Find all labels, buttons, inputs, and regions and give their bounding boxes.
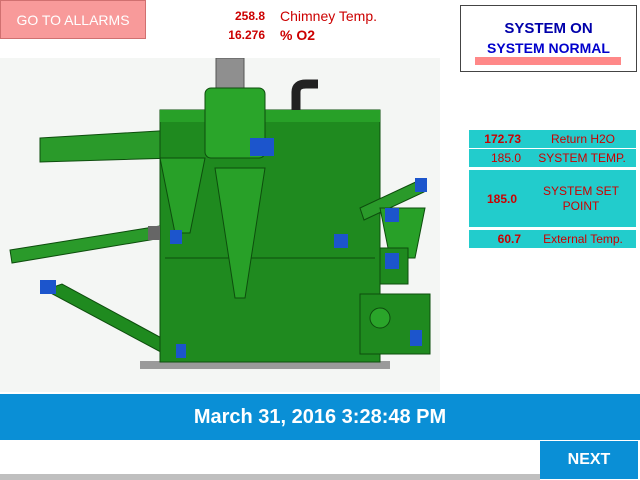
date-time-text: March 31, 2016 3:28:48 PM bbox=[193, 405, 447, 428]
return-h2o-label: Return H2O bbox=[550, 132, 616, 146]
return-h2o-value: 172.73 bbox=[484, 132, 521, 146]
external-temp-label: External Temp. bbox=[543, 232, 623, 246]
system-temp-row: 185.0 SYSTEM TEMP. bbox=[469, 149, 636, 167]
system-status-box: SYSTEM ON SYSTEM NORMAL bbox=[460, 5, 637, 72]
external-temp-value: 60.7 bbox=[497, 232, 521, 246]
chimney-temp-label: Chimney Temp. bbox=[280, 8, 378, 24]
bottom-strip bbox=[0, 474, 540, 480]
system-temp-value: 185.0 bbox=[490, 151, 521, 165]
system-normal-text: SYSTEM NORMAL bbox=[487, 40, 610, 56]
status-indicator-bar bbox=[475, 57, 621, 65]
return-h2o-row: 172.73 Return H2O bbox=[469, 130, 636, 148]
boiler-machine-illustration bbox=[0, 58, 440, 392]
next-button[interactable]: NEXT bbox=[540, 441, 638, 479]
system-on-text: SYSTEM ON bbox=[504, 20, 593, 37]
external-temp-row: 60.7 External Temp. bbox=[469, 230, 636, 248]
chimney-pipe bbox=[215, 58, 245, 91]
set-point-value: 185.0 bbox=[486, 192, 517, 206]
o2-value: 16.276 bbox=[228, 28, 265, 42]
cyclone-motor bbox=[170, 230, 182, 244]
date-time-bar: March 31, 2016 3:28:48 PM bbox=[0, 394, 640, 440]
chimney-temp-value: 258.8 bbox=[234, 9, 265, 23]
auger-motor-left bbox=[40, 280, 56, 294]
boiler-top bbox=[160, 110, 380, 122]
set-point-label: SYSTEM SET POINT bbox=[542, 184, 619, 213]
o2-label: % O2 bbox=[280, 27, 316, 43]
set-point-row: 185.0 SYSTEM SET POINT bbox=[469, 170, 636, 227]
system-temp-label: SYSTEM TEMP. bbox=[538, 151, 626, 165]
fan-motor bbox=[250, 138, 274, 156]
go-to-alarms-button[interactable]: GO TO ALLARMS bbox=[0, 0, 146, 39]
